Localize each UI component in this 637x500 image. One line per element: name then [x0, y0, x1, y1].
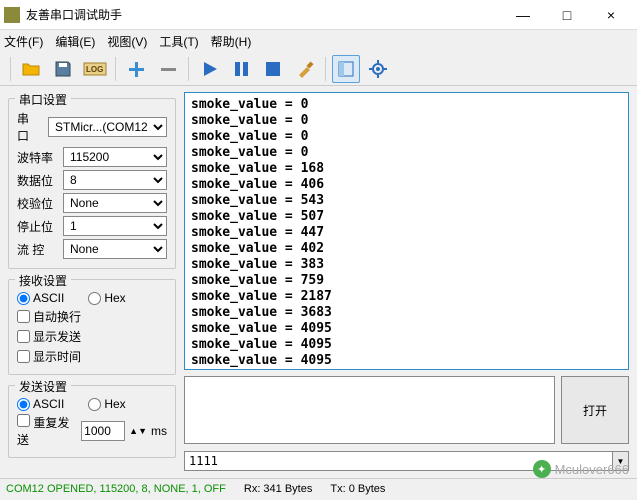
- repeat-check[interactable]: 重复发送: [17, 414, 77, 448]
- showtx-check[interactable]: 显示发送: [17, 328, 81, 345]
- toolbar: LOG: [0, 52, 637, 86]
- status-connection: COM12 OPENED, 115200, 8, NONE, 1, OFF: [6, 483, 226, 495]
- menubar: 文件(F) 编辑(E) 视图(V) 工具(T) 帮助(H): [0, 30, 637, 52]
- status-rx: Rx: 341 Bytes: [244, 483, 312, 495]
- minus-icon[interactable]: [154, 55, 182, 83]
- left-panel: 串口设置 串 口STMicr...(COM12 波特率115200 数据位8 校…: [0, 86, 184, 478]
- titlebar: 友善串口调试助手 — □ ×: [0, 0, 637, 30]
- app-icon: [4, 7, 20, 23]
- save-icon[interactable]: [49, 55, 77, 83]
- menu-tools[interactable]: 工具(T): [159, 33, 198, 50]
- interval-input[interactable]: [81, 421, 125, 441]
- autowrap-check[interactable]: 自动换行: [17, 308, 81, 325]
- stopbits-select[interactable]: 1: [63, 216, 167, 236]
- minimize-button[interactable]: —: [501, 1, 545, 29]
- menu-view[interactable]: 视图(V): [107, 33, 147, 50]
- menu-file[interactable]: 文件(F): [4, 33, 43, 50]
- right-panel: smoke_value = 0 smoke_value = 0 smoke_va…: [184, 86, 637, 478]
- open-folder-icon[interactable]: [17, 55, 45, 83]
- gear-icon[interactable]: [364, 55, 392, 83]
- close-button[interactable]: ×: [589, 1, 633, 29]
- recv-ascii-radio[interactable]: ASCII: [17, 291, 64, 305]
- plus-icon[interactable]: [122, 55, 150, 83]
- brush-icon[interactable]: [291, 55, 319, 83]
- stop-icon[interactable]: [259, 55, 287, 83]
- send-legend: 发送设置: [15, 378, 71, 395]
- baud-select[interactable]: 115200: [63, 147, 167, 167]
- menu-help[interactable]: 帮助(H): [211, 33, 252, 50]
- open-send-button[interactable]: 打开: [561, 376, 629, 444]
- flow-select[interactable]: None: [63, 239, 167, 259]
- databits-select[interactable]: 8: [63, 170, 167, 190]
- play-icon[interactable]: [195, 55, 223, 83]
- window-title: 友善串口调试助手: [26, 6, 501, 23]
- menu-edit[interactable]: 编辑(E): [55, 33, 95, 50]
- port-select[interactable]: STMicr...(COM12: [48, 117, 167, 137]
- recv-hex-radio[interactable]: Hex: [88, 291, 125, 305]
- serial-legend: 串口设置: [15, 91, 71, 108]
- send-hex-radio[interactable]: Hex: [88, 397, 125, 411]
- svg-text:LOG: LOG: [86, 65, 103, 74]
- command-input[interactable]: [184, 451, 613, 471]
- statusbar: COM12 OPENED, 115200, 8, NONE, 1, OFF Rx…: [0, 478, 637, 498]
- log-icon[interactable]: LOG: [81, 55, 109, 83]
- showtime-check[interactable]: 显示时间: [17, 348, 81, 365]
- serial-settings-group: 串口设置 串 口STMicr...(COM12 波特率115200 数据位8 校…: [8, 98, 176, 269]
- recv-settings-group: 接收设置 ASCII Hex 自动换行 显示发送 显示时间: [8, 279, 176, 375]
- send-ascii-radio[interactable]: ASCII: [17, 397, 64, 411]
- send-settings-group: 发送设置 ASCII Hex 重复发送 ▲▼ ms: [8, 385, 176, 458]
- parity-select[interactable]: None: [63, 193, 167, 213]
- command-dropdown-icon[interactable]: ▼: [613, 451, 629, 471]
- maximize-button[interactable]: □: [545, 1, 589, 29]
- send-textarea[interactable]: [184, 376, 555, 444]
- status-tx: Tx: 0 Bytes: [330, 483, 385, 495]
- pause-icon[interactable]: [227, 55, 255, 83]
- recv-legend: 接收设置: [15, 272, 71, 289]
- panel-icon[interactable]: [332, 55, 360, 83]
- receive-textarea[interactable]: smoke_value = 0 smoke_value = 0 smoke_va…: [184, 92, 629, 370]
